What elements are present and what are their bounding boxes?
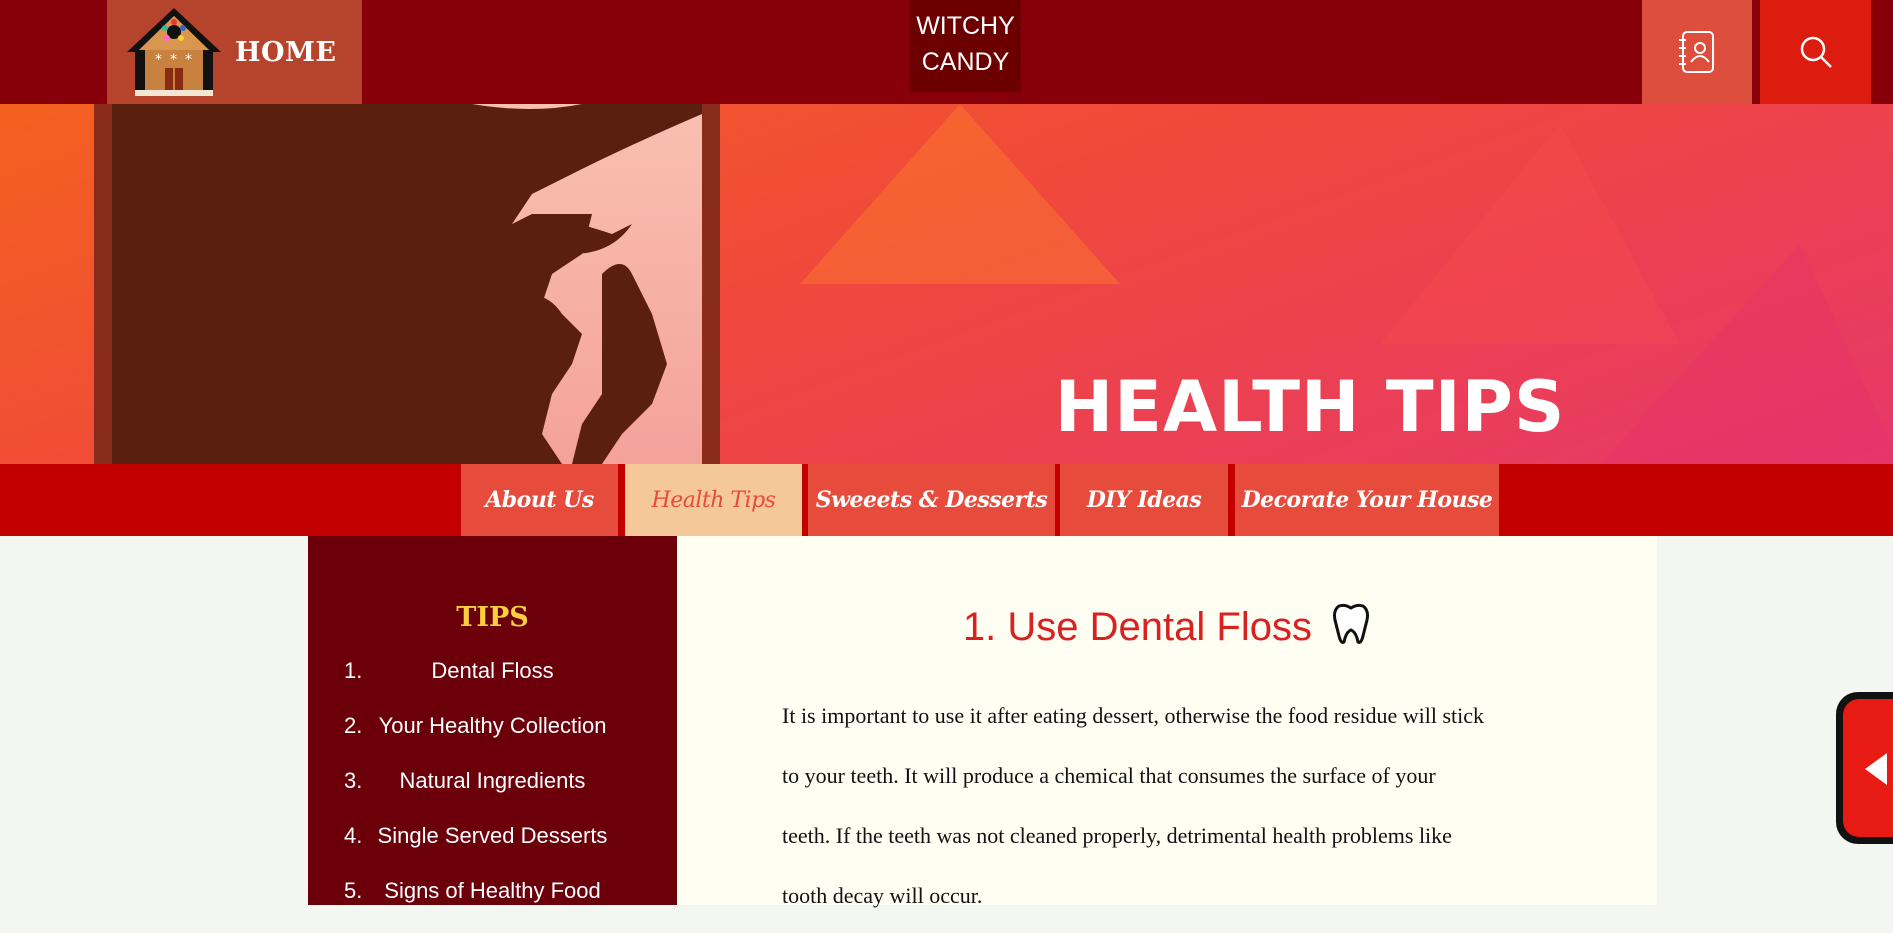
nav-decorate-your-house[interactable]: Decorate Your House — [1235, 464, 1499, 536]
tip-link-signs-healthy-food[interactable]: 5. Signs of Healthy Food — [308, 878, 677, 933]
contact-book-icon — [1679, 31, 1714, 73]
article-heading: 1. Use Dental Floss — [677, 602, 1657, 650]
article-content: 1. Use Dental Floss It is important to u… — [677, 536, 1657, 908]
nav-sweets-desserts[interactable]: Sweeets & Desserts — [808, 464, 1055, 536]
side-panel-toggle[interactable] — [1836, 692, 1893, 844]
svg-text:*: * — [170, 52, 177, 68]
nav-about-us[interactable]: About Us — [461, 464, 618, 536]
main-nav: About Us Health Tips Sweeets & Desserts … — [0, 464, 1893, 536]
tip-link-healthy-collection[interactable]: 2. Your Healthy Collection — [308, 713, 677, 768]
tip-label: Single Served Desserts — [377, 823, 608, 848]
hero-banner: HEALTH TIPS — [0, 104, 1893, 464]
article-line: teeth. If the teeth was not cleaned prop… — [782, 823, 1452, 848]
tips-list: 1. Dental Floss 2. Your Healthy Collecti… — [308, 658, 677, 933]
tip-label: Natural Ingredients — [399, 768, 586, 793]
tip-link-natural-ingredients[interactable]: 3. Natural Ingredients — [308, 768, 677, 823]
tip-label: Dental Floss — [431, 658, 554, 683]
search-icon — [1800, 36, 1832, 68]
tip-link-dental-floss[interactable]: 1. Dental Floss — [308, 658, 677, 713]
tips-sidebar: TIPS 1. Dental Floss 2. Your Healthy Col… — [308, 536, 677, 905]
hero-facet — [800, 104, 1120, 284]
top-bar: * * * HOME WITCHY CANDY — [0, 0, 1893, 104]
svg-text:*: * — [185, 52, 192, 68]
hero-facet — [1600, 244, 1893, 464]
home-button[interactable]: * * * HOME — [107, 0, 362, 104]
brand-line-1: WITCHY — [916, 12, 1015, 40]
nav-health-tips[interactable]: Health Tips — [625, 464, 802, 536]
tips-heading: TIPS — [456, 602, 529, 633]
brand-line-2: CANDY — [921, 48, 1010, 76]
tip-link-single-served[interactable]: 4. Single Served Desserts — [308, 823, 677, 878]
tip-label: Your Healthy Collection — [378, 713, 607, 738]
article-line: tooth decay will occur. — [782, 883, 983, 908]
article-line: to your teeth. It will produce a chemica… — [782, 763, 1436, 788]
gingerbread-house-icon: * * * — [127, 8, 221, 96]
side-panel-toggle-inner — [1843, 699, 1893, 837]
tooth-icon — [1333, 603, 1370, 644]
home-label: HOME — [235, 36, 337, 68]
page-title: HEALTH TIPS — [1054, 366, 1566, 448]
search-button[interactable] — [1760, 0, 1871, 104]
article-line: It is important to use it after eating d… — [782, 703, 1484, 728]
svg-text:*: * — [155, 52, 162, 68]
article-body: It is important to use it after eating d… — [782, 686, 1562, 926]
brand-logo[interactable]: WITCHY CANDY — [910, 0, 1021, 92]
contact-button[interactable] — [1642, 0, 1752, 104]
witch-silhouette-image — [112, 104, 702, 464]
tip-label: Signs of Healthy Food — [384, 878, 601, 903]
article-title-text: 1. Use Dental Floss — [962, 605, 1312, 649]
arrow-left-icon — [1865, 753, 1887, 785]
nav-diy-ideas[interactable]: DIY Ideas — [1060, 464, 1228, 536]
